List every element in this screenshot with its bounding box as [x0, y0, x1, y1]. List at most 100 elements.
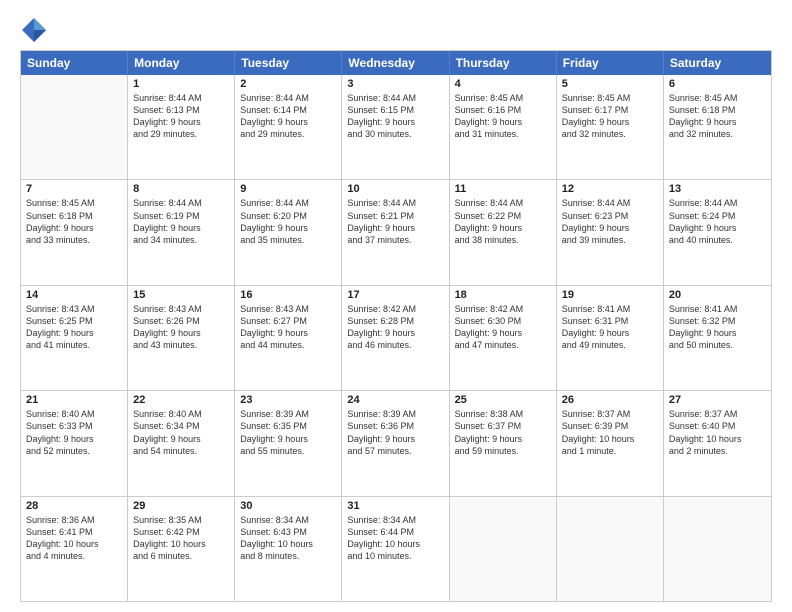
cell-line: Daylight: 9 hours	[347, 433, 443, 445]
day-number: 28	[26, 500, 122, 512]
cell-line: Daylight: 9 hours	[240, 116, 336, 128]
calendar-header: SundayMondayTuesdayWednesdayThursdayFrid…	[21, 51, 771, 75]
day-number: 2	[240, 78, 336, 90]
cell-line: Sunrise: 8:36 AM	[26, 514, 122, 526]
cell-line: and 40 minutes.	[669, 234, 766, 246]
header-day-monday: Monday	[128, 51, 235, 75]
day-number: 10	[347, 183, 443, 195]
cell-line: Sunrise: 8:44 AM	[562, 197, 658, 209]
cell-line: Daylight: 10 hours	[562, 433, 658, 445]
day-number: 7	[26, 183, 122, 195]
header-day-tuesday: Tuesday	[235, 51, 342, 75]
cal-row-4: 28Sunrise: 8:36 AMSunset: 6:41 PMDayligh…	[21, 497, 771, 601]
cal-row-2: 14Sunrise: 8:43 AMSunset: 6:25 PMDayligh…	[21, 286, 771, 391]
header-day-saturday: Saturday	[664, 51, 771, 75]
cell-line: Sunrise: 8:35 AM	[133, 514, 229, 526]
cal-cell: 25Sunrise: 8:38 AMSunset: 6:37 PMDayligh…	[450, 391, 557, 495]
cell-line: Sunrise: 8:44 AM	[133, 197, 229, 209]
day-number: 20	[669, 289, 766, 301]
cal-cell: 29Sunrise: 8:35 AMSunset: 6:42 PMDayligh…	[128, 497, 235, 601]
cell-line: Sunset: 6:33 PM	[26, 420, 122, 432]
cell-line: Daylight: 9 hours	[347, 327, 443, 339]
cell-line: Sunrise: 8:41 AM	[562, 303, 658, 315]
cell-line: Daylight: 9 hours	[455, 327, 551, 339]
cell-line: Sunset: 6:44 PM	[347, 526, 443, 538]
cell-line: Sunset: 6:16 PM	[455, 104, 551, 116]
cell-line: Sunset: 6:18 PM	[26, 210, 122, 222]
cell-line: Sunset: 6:19 PM	[133, 210, 229, 222]
cell-line: and 29 minutes.	[133, 128, 229, 140]
cell-line: Sunrise: 8:42 AM	[347, 303, 443, 315]
cell-line: Sunset: 6:31 PM	[562, 315, 658, 327]
cell-line: Daylight: 10 hours	[26, 538, 122, 550]
cell-line: and 4 minutes.	[26, 550, 122, 562]
cell-line: Daylight: 9 hours	[562, 327, 658, 339]
cell-line: Daylight: 10 hours	[133, 538, 229, 550]
cal-cell: 8Sunrise: 8:44 AMSunset: 6:19 PMDaylight…	[128, 180, 235, 284]
cell-line: Sunrise: 8:44 AM	[240, 92, 336, 104]
cell-line: Sunrise: 8:37 AM	[562, 408, 658, 420]
cal-cell	[664, 497, 771, 601]
cell-line: Sunrise: 8:37 AM	[669, 408, 766, 420]
cal-cell: 13Sunrise: 8:44 AMSunset: 6:24 PMDayligh…	[664, 180, 771, 284]
day-number: 24	[347, 394, 443, 406]
cal-cell: 24 Sunrise: 8:39 AMSunset: 6:36 PMDayligh…	[342, 391, 449, 495]
cell-line: and 33 minutes.	[26, 234, 122, 246]
cell-line: Sunrise: 8:43 AM	[133, 303, 229, 315]
cell-line: and 2 minutes.	[669, 445, 766, 457]
cal-cell: 12Sunrise: 8:44 AMSunset: 6:23 PMDayligh…	[557, 180, 664, 284]
day-number: 4	[455, 78, 551, 90]
cell-line: and 30 minutes.	[347, 128, 443, 140]
cell-line: Sunrise: 8:39 AM	[347, 408, 443, 420]
cell-line: Sunrise: 8:34 AM	[347, 514, 443, 526]
day-number: 12	[562, 183, 658, 195]
day-number: 27	[669, 394, 766, 406]
cal-cell: 28Sunrise: 8:36 AMSunset: 6:41 PMDayligh…	[21, 497, 128, 601]
cell-line: and 55 minutes.	[240, 445, 336, 457]
cal-cell: 11Sunrise: 8:44 AMSunset: 6:22 PMDayligh…	[450, 180, 557, 284]
header-day-wednesday: Wednesday	[342, 51, 449, 75]
cell-line: Sunset: 6:37 PM	[455, 420, 551, 432]
cell-line: and 43 minutes.	[133, 339, 229, 351]
cell-line: Daylight: 9 hours	[562, 116, 658, 128]
logo	[20, 16, 52, 44]
cell-line: Daylight: 9 hours	[669, 116, 766, 128]
calendar: SundayMondayTuesdayWednesdayThursdayFrid…	[20, 50, 772, 602]
cell-line: and 38 minutes.	[455, 234, 551, 246]
cell-line: and 34 minutes.	[133, 234, 229, 246]
cal-cell: 15Sunrise: 8:43 AMSunset: 6:26 PMDayligh…	[128, 286, 235, 390]
logo-icon	[20, 16, 48, 44]
day-number: 14	[26, 289, 122, 301]
cell-line: Daylight: 10 hours	[669, 433, 766, 445]
header-day-sunday: Sunday	[21, 51, 128, 75]
cell-line: Sunrise: 8:44 AM	[240, 197, 336, 209]
cell-line: Sunset: 6:36 PM	[347, 420, 443, 432]
cal-cell: 9Sunrise: 8:44 AMSunset: 6:20 PMDaylight…	[235, 180, 342, 284]
cell-line: Sunrise: 8:44 AM	[347, 92, 443, 104]
day-number: 29	[133, 500, 229, 512]
cell-line: and 10 minutes.	[347, 550, 443, 562]
cell-line: and 44 minutes.	[240, 339, 336, 351]
cell-line: and 6 minutes.	[133, 550, 229, 562]
cell-line: and 35 minutes.	[240, 234, 336, 246]
day-number: 8	[133, 183, 229, 195]
cell-line: Sunset: 6:43 PM	[240, 526, 336, 538]
cell-line: Daylight: 9 hours	[26, 433, 122, 445]
cal-cell: 31Sunrise: 8:34 AMSunset: 6:44 PMDayligh…	[342, 497, 449, 601]
cell-line: Daylight: 9 hours	[562, 222, 658, 234]
cell-line: and 8 minutes.	[240, 550, 336, 562]
cell-line: and 31 minutes.	[455, 128, 551, 140]
cell-line: Sunrise: 8:39 AM	[240, 408, 336, 420]
day-number: 23	[240, 394, 336, 406]
cell-line: Daylight: 9 hours	[240, 433, 336, 445]
cell-line: Daylight: 10 hours	[240, 538, 336, 550]
cell-line: and 46 minutes.	[347, 339, 443, 351]
cell-line: Sunset: 6:27 PM	[240, 315, 336, 327]
day-number: 13	[669, 183, 766, 195]
day-number: 26	[562, 394, 658, 406]
day-number: 25	[455, 394, 551, 406]
cell-line: Sunset: 6:40 PM	[669, 420, 766, 432]
header-day-friday: Friday	[557, 51, 664, 75]
cell-line: Sunrise: 8:42 AM	[455, 303, 551, 315]
cell-line: Sunrise: 8:40 AM	[133, 408, 229, 420]
